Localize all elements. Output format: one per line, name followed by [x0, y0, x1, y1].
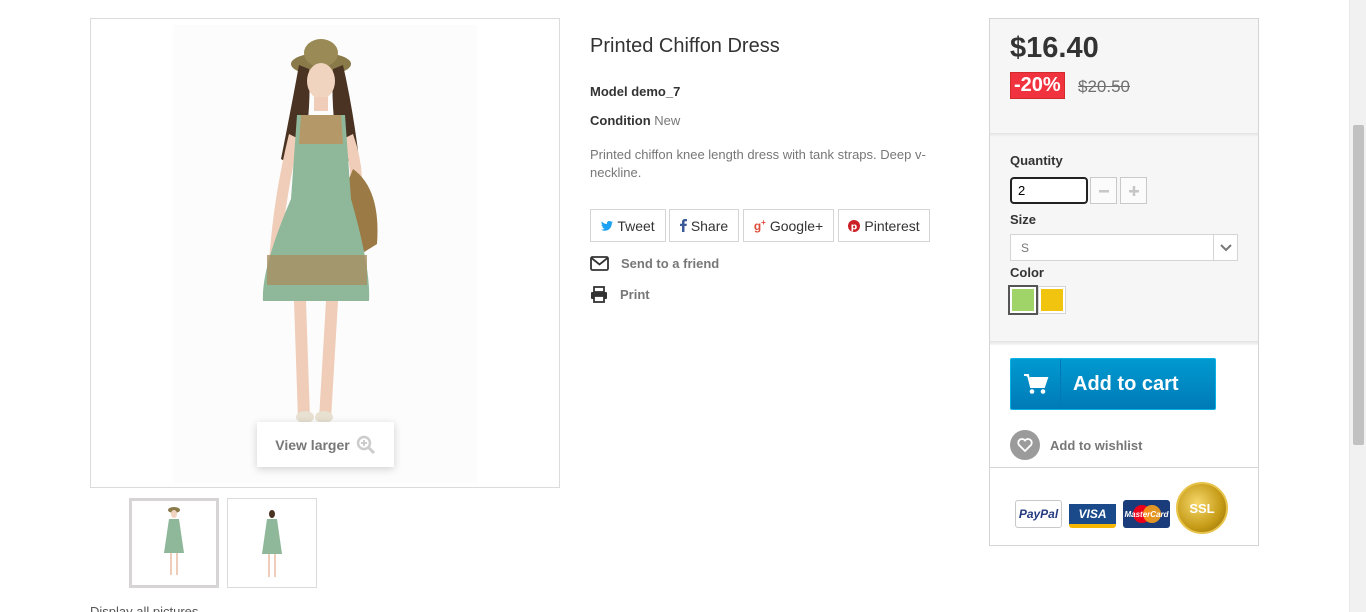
- thumbnail-side[interactable]: [227, 498, 317, 588]
- google-label: Google+: [769, 217, 824, 234]
- svg-text:p: p: [851, 222, 858, 232]
- display-all-pictures-link[interactable]: Display all pictures: [90, 604, 198, 612]
- twitter-icon: [601, 220, 614, 231]
- thumbnail-front[interactable]: [129, 498, 219, 588]
- share-label: Share: [690, 217, 729, 234]
- plus-icon: [1128, 185, 1139, 196]
- color-swatch-yellow[interactable]: [1038, 286, 1066, 314]
- facebook-icon: [679, 219, 687, 232]
- view-larger-button[interactable]: View larger: [257, 422, 394, 467]
- dress-model-illustration: [262, 39, 378, 423]
- tweet-button[interactable]: Tweet: [590, 209, 666, 242]
- product-name: Printed Chiffon Dress: [590, 35, 780, 57]
- add-to-cart-button[interactable]: Add to cart: [1010, 358, 1216, 410]
- add-to-cart-label: Add to cart: [1073, 372, 1179, 395]
- condition-value: New: [654, 113, 681, 128]
- send-to-friend-link[interactable]: Send to a friend: [590, 256, 719, 271]
- view-larger-label: View larger: [275, 436, 350, 453]
- print-label: Print: [620, 287, 650, 302]
- shopping-cart-icon: [1023, 374, 1048, 394]
- add-to-wishlist-label: Add to wishlist: [1050, 437, 1143, 453]
- thumbnail-side-image: [228, 499, 316, 587]
- mastercard-label: MasterCard: [1124, 509, 1169, 519]
- color-label: Color: [1010, 265, 1044, 280]
- size-select[interactable]: S: [1010, 234, 1238, 261]
- ssl-seal: SSL: [1176, 482, 1228, 534]
- payment-logos: PayPal VISA MasterCard SSL: [990, 467, 1258, 545]
- pinterest-icon: p: [848, 219, 861, 232]
- zoom-in-icon: [356, 435, 375, 454]
- color-swatch-green[interactable]: [1008, 285, 1038, 315]
- cart-area: Add to cart Add to wishlist: [990, 345, 1258, 467]
- thumbnail-front-image: [132, 501, 216, 585]
- paypal-logo: PayPal: [1015, 500, 1062, 528]
- tweet-label: Tweet: [617, 217, 655, 234]
- pinterest-label: Pinterest: [864, 217, 920, 234]
- model-value: demo_7: [631, 84, 681, 99]
- condition-label: Condition: [590, 113, 651, 128]
- buy-box: $16.40 -20% $20.50 Quantity Size S Color: [989, 18, 1259, 546]
- scrollbar-thumb[interactable]: [1353, 125, 1364, 445]
- heart-icon: [1010, 430, 1040, 460]
- printer-icon: [591, 286, 607, 303]
- google-plus-button[interactable]: g+ Google+: [743, 209, 834, 242]
- envelope-icon: [590, 256, 609, 271]
- print-link[interactable]: Print: [590, 286, 650, 303]
- google-plus-icon: g+: [753, 218, 766, 233]
- size-selected-value: S: [1021, 241, 1030, 255]
- product-model: Model demo_7: [590, 84, 680, 99]
- short-description: Printed chiffon knee length dress with t…: [590, 147, 926, 180]
- price-area: $16.40 -20% $20.50: [990, 19, 1258, 133]
- visa-logo: VISA: [1069, 500, 1116, 528]
- quantity-label: Quantity: [1010, 153, 1063, 168]
- discount-badge: -20%: [1010, 72, 1065, 99]
- facebook-share-button[interactable]: Share: [669, 209, 739, 242]
- quantity-decrease-button[interactable]: [1090, 177, 1117, 204]
- product-main-image[interactable]: View larger: [90, 18, 560, 488]
- current-price: $16.40: [1010, 32, 1099, 64]
- divider: [990, 133, 1258, 137]
- add-to-wishlist-link[interactable]: Add to wishlist: [1010, 430, 1142, 460]
- mastercard-logo: MasterCard: [1123, 500, 1170, 528]
- send-to-friend-label: Send to a friend: [621, 256, 720, 271]
- model-label: Model: [590, 84, 628, 99]
- pinterest-button[interactable]: p Pinterest: [838, 209, 930, 242]
- quantity-increase-button[interactable]: [1120, 177, 1147, 204]
- product-condition: Condition New: [590, 113, 680, 128]
- size-label: Size: [1010, 212, 1037, 227]
- chevron-down-icon: [1213, 235, 1237, 260]
- cart-icon-container: [1011, 359, 1061, 409]
- old-price: $20.50: [1078, 77, 1130, 96]
- page-scrollbar[interactable]: [1349, 0, 1366, 612]
- quantity-input[interactable]: [1010, 177, 1088, 204]
- minus-icon: [1098, 189, 1109, 192]
